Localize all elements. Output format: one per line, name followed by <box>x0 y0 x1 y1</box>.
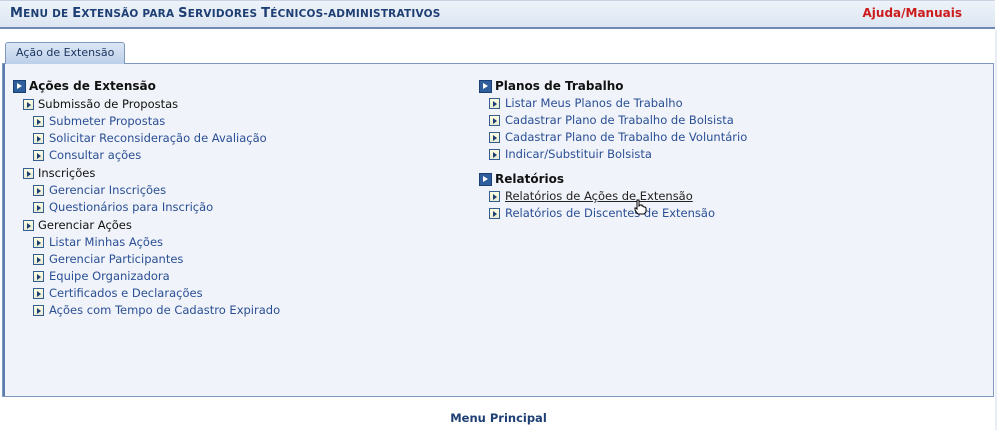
right-column: Planos de Trabalho Listar Meus Planos de… <box>479 78 747 222</box>
arrow-bullet-icon <box>33 271 44 282</box>
section-arrow-icon <box>479 80 492 93</box>
menu-item[interactable]: Relatórios de Ações de Extensão <box>489 188 747 205</box>
arrow-bullet-icon <box>33 150 44 161</box>
arrow-bullet-icon <box>23 99 34 110</box>
arrow-bullet-icon <box>489 191 500 202</box>
title-part: ENU DE <box>23 8 73 20</box>
menu-group-title: Submissão de Propostas <box>38 97 179 111</box>
arrow-bullet-icon <box>33 116 44 127</box>
help-manuals-link[interactable]: Ajuda/Manuais <box>863 6 963 20</box>
section-relatorios: Relatórios <box>479 171 747 188</box>
left-column: Ações de Extensão Submissão de Propostas… <box>13 78 280 319</box>
menu-item-link[interactable]: Cadastrar Plano de Trabalho de Bolsista <box>505 112 734 129</box>
title-part: T <box>261 6 271 21</box>
menu-group: Inscrições Gerenciar Inscrições Questionár… <box>23 165 280 216</box>
page-header: MENU DE EXTENSÃO PARA SERVIDORES TÉCNICO… <box>0 0 995 29</box>
title-part: E <box>72 6 82 21</box>
arrow-bullet-icon <box>23 168 34 179</box>
menu-item[interactable]: Equipe Organizadora <box>33 268 280 285</box>
section-title-label: Relatórios <box>495 172 564 186</box>
menu-item-link[interactable]: Gerenciar Participantes <box>49 251 183 268</box>
menu-group: Submissão de Propostas Submeter Propostas… <box>23 96 280 164</box>
menu-item[interactable]: Gerenciar Inscrições <box>33 182 280 199</box>
arrow-bullet-icon <box>33 237 44 248</box>
menu-item[interactable]: Submeter Propostas <box>33 113 280 130</box>
menu-group-label: Gerenciar Ações <box>23 217 280 234</box>
page-title: MENU DE EXTENSÃO PARA SERVIDORES TÉCNICO… <box>10 6 440 21</box>
menu-item-link[interactable]: Solicitar Reconsideração de Avaliação <box>49 130 267 147</box>
section-arrow-icon <box>479 173 492 186</box>
hand-pointer-icon <box>634 199 647 215</box>
menu-item-link[interactable]: Indicar/Substituir Bolsista <box>505 146 652 163</box>
menu-item-link[interactable]: Certificados e Declarações <box>49 285 203 302</box>
menu-item-link[interactable]: Equipe Organizadora <box>49 268 170 285</box>
arrow-bullet-icon <box>489 98 500 109</box>
title-part: ÉCNICOS-ADMINISTRATIVOS <box>270 8 441 20</box>
arrow-bullet-icon <box>489 208 500 219</box>
section-acoes-de-extensao: Ações de Extensão <box>13 78 280 95</box>
menu-group-label: Submissão de Propostas <box>23 96 280 113</box>
menu-item[interactable]: Solicitar Reconsideração de Avaliação <box>33 130 280 147</box>
panel-left-border <box>3 64 5 396</box>
relatorios-items: Relatórios de Ações de Extensão Relatório… <box>479 188 747 222</box>
title-part: M <box>10 6 24 21</box>
menu-principal-link[interactable]: Menu Principal <box>450 411 547 425</box>
menu-item[interactable]: Relatórios de Discentes de Extensão <box>489 205 747 222</box>
menu-item-link[interactable]: Gerenciar Inscrições <box>49 182 166 199</box>
section-planos-de-trabalho: Planos de Trabalho <box>479 78 747 95</box>
menu-item-link[interactable]: Relatórios de Ações de Extensão <box>505 188 693 205</box>
menu-item-link[interactable]: Cadastrar Plano de Trabalho de Voluntári… <box>505 129 747 146</box>
title-part: S <box>178 6 188 21</box>
section-title-label: Planos de Trabalho <box>495 79 624 93</box>
menu-item[interactable]: Ações com Tempo de Cadastro Expirado <box>33 302 280 319</box>
footer: Menu Principal <box>0 411 997 425</box>
arrow-bullet-icon <box>33 254 44 265</box>
section-arrow-icon <box>13 80 26 93</box>
menu-item-link[interactable]: Submeter Propostas <box>49 113 165 130</box>
arrow-bullet-icon <box>33 288 44 299</box>
tab-acao-de-extensao[interactable]: Ação de Extensão <box>5 42 126 64</box>
menu-item[interactable]: Listar Meus Planos de Trabalho <box>489 95 747 112</box>
menu-item[interactable]: Consultar ações <box>33 147 280 164</box>
menu-group-label: Inscrições <box>23 165 280 182</box>
arrow-bullet-icon <box>489 132 500 143</box>
planos-items: Listar Meus Planos de Trabalho Cadastrar … <box>479 95 747 163</box>
section-title-label: Ações de Extensão <box>29 79 156 93</box>
menu-item-link[interactable]: Ações com Tempo de Cadastro Expirado <box>49 302 280 319</box>
menu-group: Gerenciar Ações Listar Minhas Ações Gerenc… <box>23 217 280 319</box>
arrow-bullet-icon <box>33 133 44 144</box>
title-part: XTENSÃO PARA <box>81 8 179 20</box>
menu-item-link[interactable]: Relatórios de Discentes de Extensão <box>505 205 715 222</box>
left-groups: Submissão de Propostas Submeter Propostas… <box>13 96 280 319</box>
arrow-bullet-icon <box>489 115 500 126</box>
arrow-bullet-icon <box>33 305 44 316</box>
menu-item[interactable]: Certificados e Declarações <box>33 285 280 302</box>
menu-item[interactable]: Gerenciar Participantes <box>33 251 280 268</box>
menu-item-link[interactable]: Listar Minhas Ações <box>49 234 163 251</box>
menu-item-link[interactable]: Consultar ações <box>49 147 141 164</box>
menu-item-link[interactable]: Questionários para Inscrição <box>49 199 213 216</box>
arrow-bullet-icon <box>23 220 34 231</box>
menu-item[interactable]: Cadastrar Plano de Trabalho de Voluntári… <box>489 129 747 146</box>
menu-item[interactable]: Questionários para Inscrição <box>33 199 280 216</box>
arrow-bullet-icon <box>489 149 500 160</box>
title-part: ERVIDORES <box>187 8 262 20</box>
menu-group-title: Gerenciar Ações <box>38 218 132 232</box>
menu-group-title: Inscrições <box>38 166 96 180</box>
arrow-bullet-icon <box>33 185 44 196</box>
menu-item[interactable]: Listar Minhas Ações <box>33 234 280 251</box>
menu-item-link[interactable]: Listar Meus Planos de Trabalho <box>505 95 683 112</box>
menu-item[interactable]: Indicar/Substituir Bolsista <box>489 146 747 163</box>
menu-item[interactable]: Cadastrar Plano de Trabalho de Bolsista <box>489 112 747 129</box>
menu-panel: Ações de Extensão Submissão de Propostas… <box>2 63 994 397</box>
arrow-bullet-icon <box>33 202 44 213</box>
